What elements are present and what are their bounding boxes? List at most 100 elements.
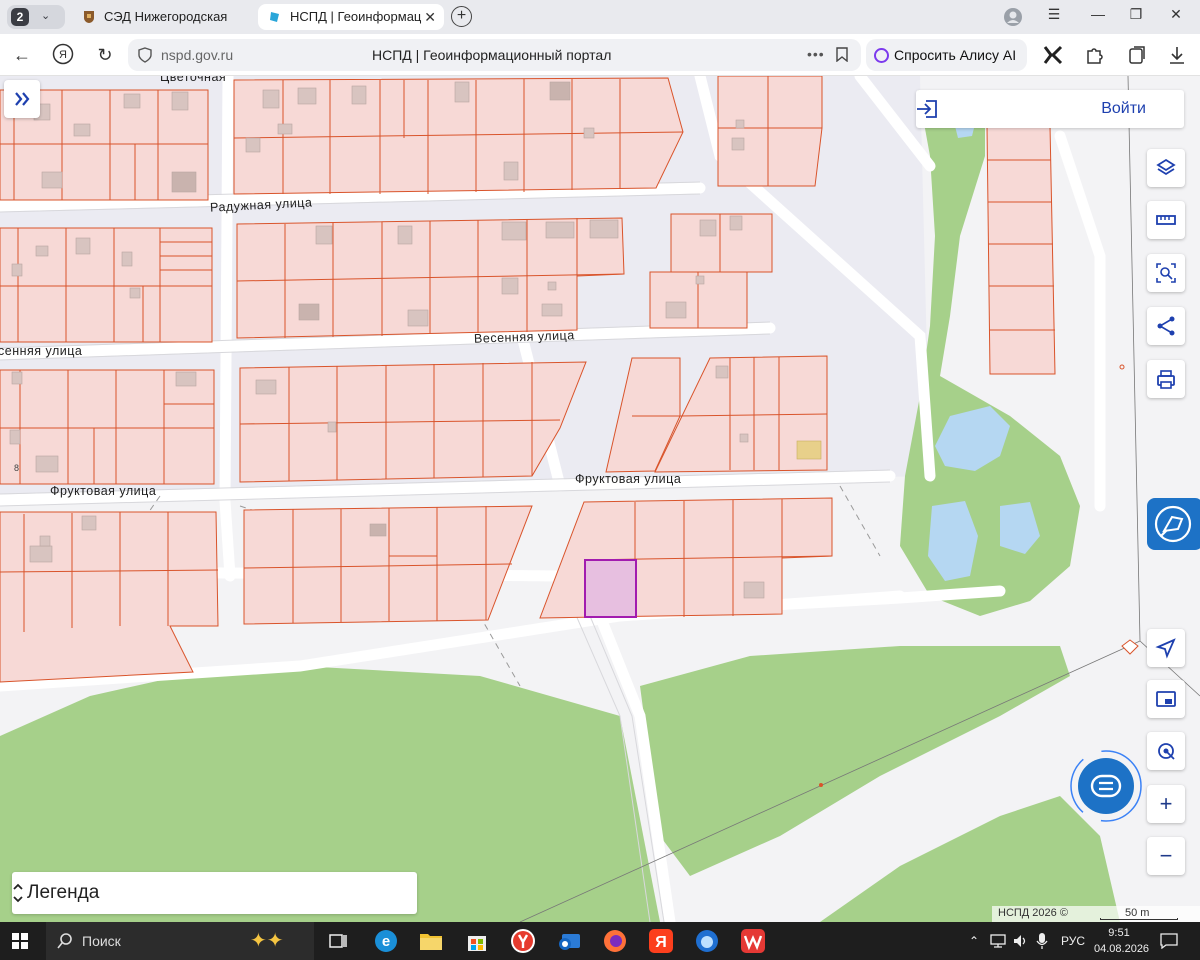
print-button[interactable] xyxy=(1147,360,1185,398)
scale-bar xyxy=(1100,918,1178,920)
zoom-out-icon: − xyxy=(1159,843,1173,868)
windows-start-icon[interactable] xyxy=(12,933,28,949)
zoom-in-button[interactable]: + xyxy=(1147,785,1185,823)
zoom-in-icon: + xyxy=(1159,791,1173,816)
sparkle-icon: ✦✦ xyxy=(250,930,284,952)
microphone-icon[interactable] xyxy=(1036,932,1048,950)
double-chevron-right-icon xyxy=(15,92,30,106)
more-icon[interactable]: ••• xyxy=(807,39,825,69)
chevron-updown-icon xyxy=(13,883,23,903)
navigate-button[interactable] xyxy=(1147,629,1185,667)
file-explorer-icon[interactable] xyxy=(418,928,444,954)
geolocation-icon xyxy=(1158,743,1175,760)
share-icon xyxy=(1157,316,1175,336)
network-icon[interactable] xyxy=(990,934,1006,948)
layers-button[interactable] xyxy=(1147,149,1185,187)
page-title: НСПД | Геоинформационный портал xyxy=(372,47,612,63)
ask-alice-button[interactable]: Спросить Алису AI xyxy=(866,39,1027,71)
edge-icon[interactable]: e xyxy=(373,928,399,954)
locate-icon xyxy=(1155,638,1176,659)
selected-parcel[interactable] xyxy=(584,559,637,618)
legend-panel[interactable]: Легенда xyxy=(12,872,417,914)
login-icon xyxy=(917,100,937,118)
collections-icon[interactable] xyxy=(1126,44,1148,66)
area-search-button[interactable] xyxy=(1147,254,1185,292)
download-icon[interactable] xyxy=(1166,44,1188,66)
parcel-number-label: 8 xyxy=(14,463,19,473)
search-label: Поиск xyxy=(82,933,121,949)
tab-nspd[interactable]: НСПД | Геоинформаци ✕ xyxy=(258,4,444,30)
tab-sed[interactable]: СЭД Нижегородская обл xyxy=(72,4,252,30)
expand-panel-button[interactable] xyxy=(4,80,40,118)
search-area-icon xyxy=(1156,263,1176,283)
minimap-button[interactable] xyxy=(1147,680,1185,718)
taskbar-search-box[interactable]: Поиск ✦✦ xyxy=(46,922,314,960)
map-canvas[interactable]: 8 xyxy=(0,76,1200,922)
street-label: сенняя улица xyxy=(0,344,83,358)
copyright-text: НСПД 2026 © xyxy=(998,907,1068,919)
windows-taskbar: Поиск ✦✦ e Я ⌃ РУС 9:51 04.08.2026 xyxy=(0,922,1200,960)
measure-button[interactable] xyxy=(1147,201,1185,239)
tab-counter-button[interactable]: 2 ⌄ xyxy=(7,5,65,29)
street-label: Фруктовая улица xyxy=(50,484,157,498)
alice-label: Спросить Алису AI xyxy=(894,47,1017,63)
ruler-icon xyxy=(1156,215,1176,225)
reload-button[interactable]: ↻ xyxy=(92,43,118,67)
url-text: nspd.gov.ru xyxy=(161,47,234,63)
geolocation-button[interactable] xyxy=(1147,732,1185,770)
alice-icon xyxy=(874,48,889,63)
wps-office-icon[interactable] xyxy=(740,928,766,954)
chat-widget-icon xyxy=(1154,505,1192,543)
notifications-icon[interactable] xyxy=(1160,933,1178,949)
clock-time: 9:51 xyxy=(1108,927,1130,939)
legend-label: Легенда xyxy=(27,882,100,903)
minimize-icon[interactable]: — xyxy=(1086,6,1110,22)
nspd-logo-icon xyxy=(270,12,279,22)
yandex-icon[interactable]: Я xyxy=(648,928,674,954)
store-icon[interactable] xyxy=(464,928,490,954)
login-button[interactable]: Войти xyxy=(916,90,1184,128)
close-window-icon[interactable]: ✕ xyxy=(1164,6,1188,23)
zoom-out-button[interactable]: − xyxy=(1147,837,1185,875)
language-indicator[interactable]: РУС xyxy=(1061,922,1085,960)
highlighted-building xyxy=(796,440,822,460)
mail-icon[interactable] xyxy=(556,928,582,954)
firefox-icon[interactable] xyxy=(602,928,628,954)
coat-of-arms-icon xyxy=(84,11,94,23)
share-button[interactable] xyxy=(1147,307,1185,345)
extension-k-icon[interactable] xyxy=(1042,44,1064,66)
map-viewport[interactable]: 8 Цветочная Радужная улица Весенняя улиц… xyxy=(0,76,1200,922)
tab-title: НСПД | Геоинформаци xyxy=(290,9,422,24)
new-tab-button[interactable]: + xyxy=(451,6,472,27)
back-button[interactable]: ← xyxy=(9,43,35,67)
url-field[interactable]: nspd.gov.ru НСПД | Геоинформационный пор… xyxy=(128,39,861,71)
login-label: Войти xyxy=(1101,100,1146,117)
menu-icon[interactable]: ☰ xyxy=(1042,6,1066,23)
extensions-puzzle-icon[interactable] xyxy=(1084,44,1106,66)
task-view-icon[interactable] xyxy=(325,928,351,954)
bookmark-icon[interactable] xyxy=(836,47,848,62)
system-clock[interactable]: 9:51 04.08.2026 xyxy=(1094,925,1149,957)
chat-assistant-button[interactable] xyxy=(1068,748,1144,824)
restore-icon[interactable]: ❐ xyxy=(1124,6,1148,23)
yandex-icon[interactable]: Я xyxy=(52,43,74,65)
street-label: Цветочная xyxy=(160,76,227,84)
print-icon xyxy=(1157,370,1175,389)
profile-avatar-icon[interactable] xyxy=(1003,7,1023,27)
yandex-browser-icon[interactable] xyxy=(510,928,536,954)
tab-title: СЭД Нижегородская обл xyxy=(104,9,230,24)
browser-tab-strip: 2 ⌄ СЭД Нижегородская обл НСПД | Геоинфо… xyxy=(0,0,1200,34)
svg-text:e: e xyxy=(382,933,390,950)
thunderbird-icon[interactable] xyxy=(694,928,720,954)
map-attribution: НСПД 2026 © 50 m xyxy=(992,906,1200,922)
volume-icon[interactable] xyxy=(1012,933,1028,949)
chevron-down-icon: ⌄ xyxy=(41,10,51,22)
close-tab-icon[interactable]: ✕ xyxy=(424,4,436,30)
shield-icon xyxy=(138,47,152,63)
side-widget-button[interactable] xyxy=(1147,498,1200,550)
minimap-icon xyxy=(1156,691,1176,707)
search-icon xyxy=(57,933,72,949)
tab-count-badge: 2 xyxy=(11,8,29,26)
svg-text:Я: Я xyxy=(655,934,667,951)
tray-chevron-icon[interactable]: ⌃ xyxy=(969,922,979,960)
